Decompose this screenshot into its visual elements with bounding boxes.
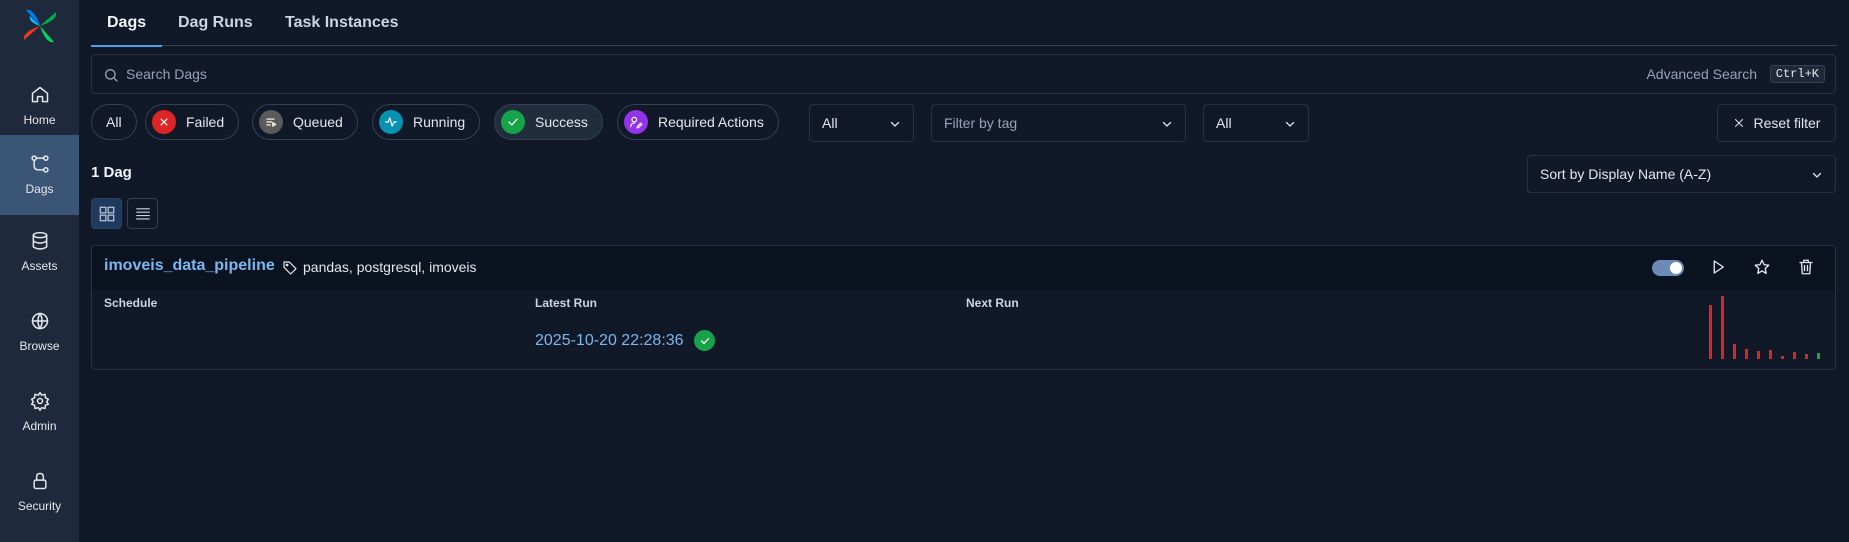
reset-filter-button[interactable]: Reset filter [1717,104,1836,142]
filter-label: Success [535,114,588,130]
run-duration-bar[interactable] [1781,356,1784,359]
run-success-badge [694,330,715,351]
tab-dags[interactable]: Dags [90,0,163,47]
select-value: All [822,115,838,131]
owner-filter-select[interactable]: All [1203,104,1309,142]
home-icon [31,86,48,103]
select-placeholder: Filter by tag [944,115,1018,131]
list-icon [135,207,150,219]
latest-run-link[interactable]: 2025-10-20 22:28:36 [535,332,684,350]
sidebar-item-label: Dags [25,182,54,196]
favorite-button[interactable] [1753,258,1773,278]
tab-dag-runs[interactable]: Dag Runs [178,0,253,46]
search-icon [105,69,118,82]
sort-select[interactable]: Sort by Display Name (A-Z) [1527,155,1836,193]
trash-icon [1799,259,1813,275]
run-duration-bar[interactable] [1709,305,1712,359]
dag-name-link[interactable]: imoveis_data_pipeline [104,257,275,275]
search-input[interactable] [126,55,1326,93]
run-duration-bar[interactable] [1817,353,1820,359]
filter-label: Required Actions [658,114,764,130]
filter-queued-button[interactable]: Queued [252,104,358,140]
x-icon [152,110,176,134]
gear-icon [30,391,49,411]
dag-tags: pandas, postgresql, imoveis [303,259,477,275]
airflow-logo-icon[interactable] [20,6,60,46]
sidebar-item-label: Browse [19,339,60,353]
globe-icon [31,312,48,330]
activity-icon [379,110,403,134]
filter-success-button[interactable]: Success [494,104,603,140]
keyboard-shortcut-badge: Ctrl+K [1769,65,1825,83]
sidebar-item-label: Assets [21,259,58,273]
chevron-down-icon [890,121,900,127]
sidebar-item-label: Security [17,499,62,513]
schedule-label: Schedule [104,296,158,310]
dag-card-header: imoveis_data_pipeline pandas, postgresql… [92,246,1835,290]
dag-count: 1 Dag [91,164,132,181]
dags-icon [30,155,49,173]
grid-icon [99,206,114,221]
check-icon [700,337,709,344]
sidebar-item-dags[interactable]: Dags [0,135,79,215]
filter-label: Failed [186,114,225,130]
sidebar-item-browse[interactable]: Browse [0,292,79,372]
run-duration-bar[interactable] [1733,344,1736,359]
tag-icon [283,261,297,275]
paused-filter-select[interactable]: All [809,104,914,142]
sidebar-item-label: Home [23,113,56,127]
filter-running-button[interactable]: Running [372,104,481,140]
run-duration-bar[interactable] [1805,354,1808,359]
dag-enable-toggle[interactable] [1652,260,1684,276]
database-icon [32,231,47,250]
delete-dag-button[interactable] [1797,258,1817,278]
run-duration-bar[interactable] [1793,352,1796,359]
tab-task-instances[interactable]: Task Instances [285,0,399,46]
queue-icon [259,110,283,134]
sidebar-item-home[interactable]: Home [0,66,79,146]
check-icon [501,110,525,134]
main-tabs: Dags Dag Runs Task Instances [90,0,1837,47]
recent-runs-chart [1707,296,1820,359]
run-duration-bar[interactable] [1757,351,1760,359]
close-icon [1734,119,1743,127]
filter-failed-button[interactable]: Failed [145,104,240,140]
sidebar-item-label: Admin [22,419,57,433]
filter-required-actions-button[interactable]: Required Actions [617,104,779,140]
list-view-button[interactable] [127,198,158,229]
user-pen-icon [624,110,648,134]
search-bar: Advanced Search Ctrl+K [91,54,1836,94]
reset-filter-label: Reset filter [1753,115,1821,131]
chevron-down-icon [1162,121,1172,127]
advanced-search-link[interactable]: Advanced Search [1646,66,1757,82]
card-view-button[interactable] [91,198,122,229]
chevron-down-icon [1285,121,1295,127]
run-duration-bar[interactable] [1745,349,1748,359]
filter-all-button[interactable]: All [91,104,137,140]
select-value: All [1216,115,1232,131]
sidebar-item-assets[interactable]: Assets [0,212,79,292]
filter-label: Queued [293,114,343,130]
run-duration-bar[interactable] [1721,296,1724,359]
tag-filter-select[interactable]: Filter by tag [931,104,1186,142]
next-run-label: Next Run [966,296,1019,310]
run-duration-bar[interactable] [1769,350,1772,359]
dag-card: imoveis_data_pipeline pandas, postgresql… [91,245,1836,370]
play-icon [1713,260,1724,274]
sidebar-item-security[interactable]: Security [0,452,79,532]
sort-value: Sort by Display Name (A-Z) [1540,166,1712,182]
sidebar: Home Dags Assets Browse Admin Security [0,0,79,542]
trigger-dag-button[interactable] [1709,258,1729,278]
sidebar-item-admin[interactable]: Admin [0,372,79,452]
chevron-down-icon [1812,172,1822,178]
filter-label: Running [413,114,466,130]
star-icon [1754,259,1770,275]
latest-run-label: Latest Run [535,296,598,310]
filter-label: All [106,114,122,130]
lock-icon [32,472,47,490]
